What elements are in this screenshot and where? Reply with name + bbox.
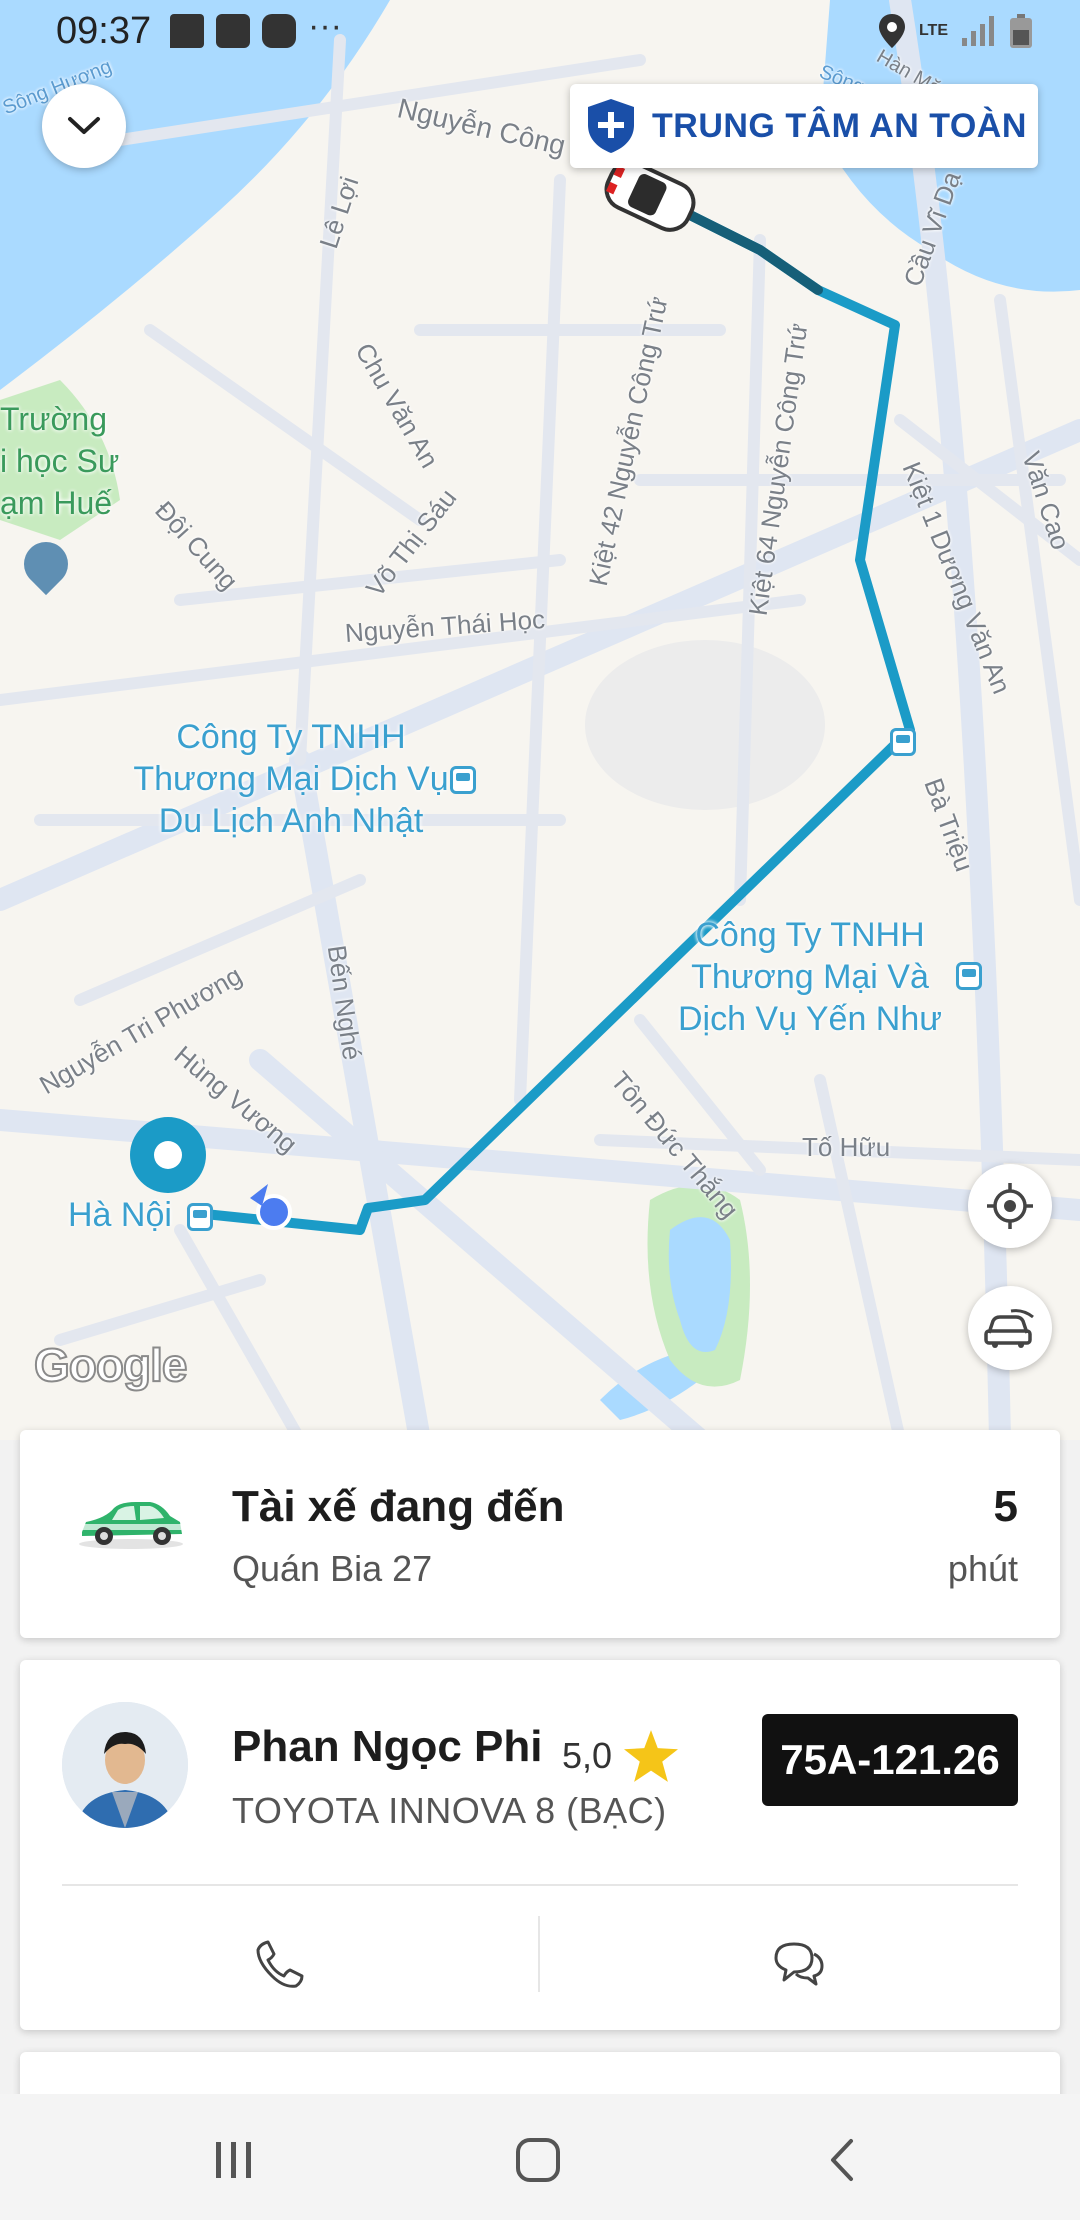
rating-value: 5,0 — [562, 1735, 613, 1776]
pickup-location: Quán Bia 27 — [232, 1548, 433, 1589]
notification-icons: ··· — [170, 7, 342, 48]
system-icons: LTE — [878, 14, 1032, 48]
map-view[interactable]: Nguyễn Công Trứ Lê Lợi Chu Văn An Kiệt 4… — [0, 0, 1080, 1440]
chat-icon — [774, 1942, 824, 1986]
recents-icon — [216, 2142, 251, 2178]
car-view-icon — [984, 1309, 1034, 1348]
android-nav-bar — [0, 2094, 1080, 2220]
poi-name: Công Ty TNHH Thương Mại Dịch Vụ Du Lịch … — [133, 718, 449, 840]
home-icon — [516, 2138, 560, 2182]
safety-center-label: TRUNG TÂM AN TOÀN — [652, 106, 1027, 145]
recents-button[interactable] — [204, 2130, 264, 2190]
eta-unit: phút — [947, 1548, 1018, 1589]
poi-name: Công Ty TNHH Thương Mại Và Dịch Vụ Yến N… — [677, 916, 943, 1038]
license-plate: 75A-121.26 — [762, 1714, 1018, 1806]
more-dots-icon: ··· — [308, 7, 342, 45]
location-icon — [878, 14, 905, 48]
poi-label: Công Ty TNHH Thương Mại Dịch Vụ Du Lịch … — [106, 716, 476, 842]
ride-tracking-screen: Nguyễn Công Trứ Lê Lợi Chu Văn An Kiệt 4… — [0, 0, 1080, 2220]
safety-center-button[interactable]: TRUNG TÂM AN TOÀN — [570, 84, 1038, 168]
vehicle-info: TOYOTA INNOVA 8 (BẠC) — [232, 1790, 667, 1831]
driver-rating: 5,0 — [562, 1730, 679, 1782]
school-label: Trường i học Sư ạm Huế — [0, 401, 120, 521]
home-button[interactable] — [508, 2130, 568, 2190]
shield-plus-icon — [588, 99, 634, 153]
driver-name: Phan Ngọc Phi — [232, 1722, 543, 1771]
card-divider — [62, 1884, 1018, 1886]
status-bar: 09:37 ··· LTE — [0, 0, 1080, 64]
driver-avatar[interactable] — [62, 1702, 188, 1828]
call-driver-button[interactable] — [240, 1924, 320, 2004]
signal-icon — [962, 16, 994, 46]
destination-name: Hà Nội — [68, 1196, 172, 1234]
street-label: Tố Hữu — [802, 1132, 891, 1162]
app-icon — [262, 14, 296, 48]
chat-driver-button[interactable] — [758, 1924, 838, 2004]
status-time: 09:37 — [56, 10, 152, 52]
car-view-button[interactable] — [968, 1286, 1052, 1370]
taxi-car-icon — [79, 1502, 183, 1549]
locate-icon — [987, 1183, 1033, 1229]
recenter-button[interactable] — [968, 1164, 1052, 1248]
bus-stop-icon — [187, 1203, 214, 1232]
driver-photo — [62, 1702, 188, 1828]
phone-icon — [256, 1940, 304, 1988]
action-divider — [538, 1916, 540, 1992]
gallery-icon — [216, 14, 250, 48]
bus-stop-icon — [956, 962, 982, 990]
bus-stop-icon — [450, 766, 476, 794]
chevron-down-icon — [68, 117, 100, 134]
battery-icon — [1010, 14, 1032, 48]
google-attribution: Google — [33, 1338, 188, 1392]
back-button[interactable] — [812, 2130, 872, 2190]
back-chevron-icon — [831, 2139, 853, 2181]
poi-label: Công Ty TNHH Thương Mại Và Dịch Vụ Yến N… — [660, 914, 982, 1040]
bus-stop-icon — [890, 728, 916, 756]
driver-arrival-card: Tài xế đang đến Quán Bia 27 5 phút — [20, 1430, 1060, 1638]
driver-info-card: Phan Ngọc Phi 5,0 TOYOTA INNOVA 8 (BẠC) … — [20, 1660, 1060, 2030]
star-icon — [624, 1730, 679, 1782]
arrival-title: Tài xế đang đến — [232, 1482, 565, 1531]
destination-label: Hà Nội — [68, 1194, 214, 1236]
network-type: LTE — [918, 22, 948, 39]
message-icon — [170, 14, 204, 48]
collapse-button[interactable] — [42, 84, 126, 168]
eta-value: 5 — [993, 1482, 1018, 1531]
